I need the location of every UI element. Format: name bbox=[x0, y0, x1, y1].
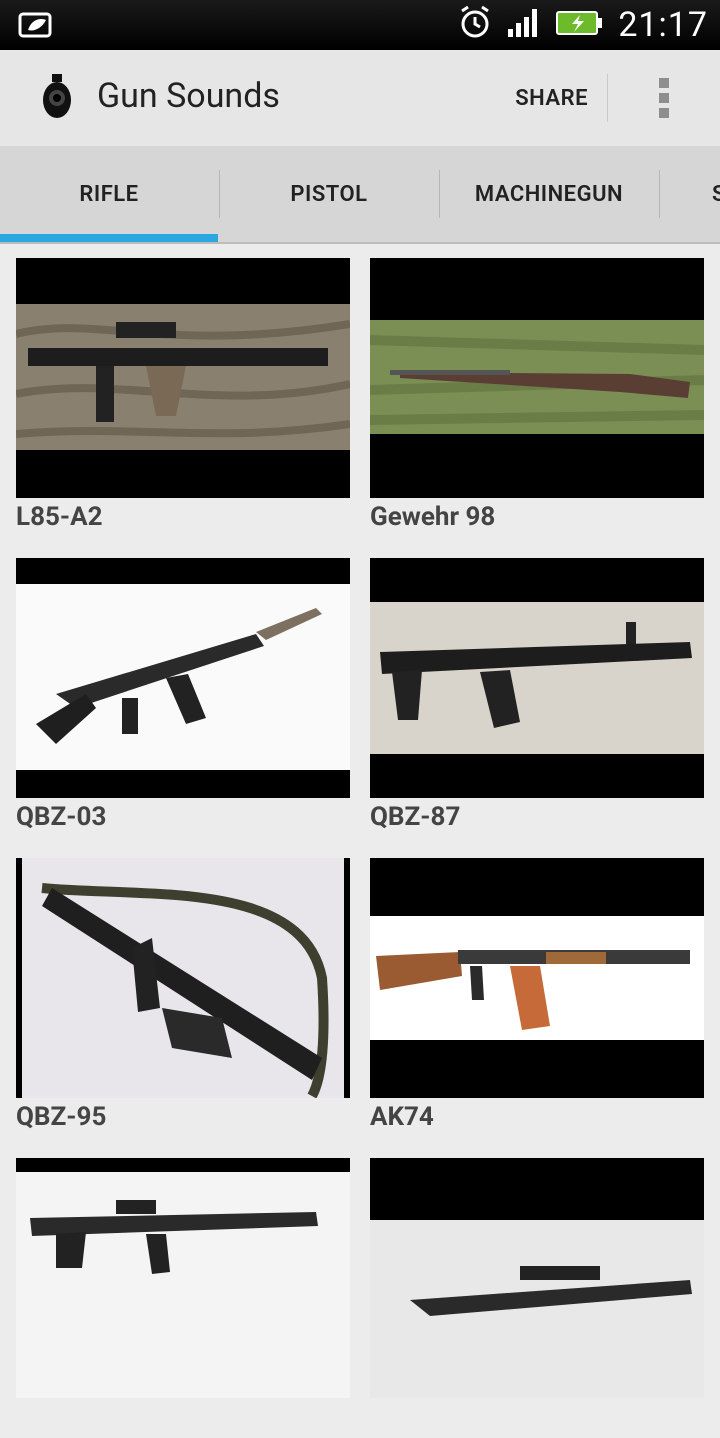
tab-label: RIFLE bbox=[79, 181, 139, 207]
tab-machinegun[interactable]: MACHINEGUN bbox=[440, 146, 658, 242]
grid-item-gewehr-98[interactable]: Gewehr 98 bbox=[370, 258, 704, 538]
action-bar: Gun Sounds SHARE bbox=[0, 50, 720, 147]
tab-label: MACHINEGUN bbox=[474, 181, 624, 207]
tab-indicator bbox=[0, 234, 218, 242]
gun-thumbnail bbox=[16, 1158, 350, 1398]
app-logo-icon bbox=[40, 74, 74, 122]
divider bbox=[607, 74, 608, 122]
gun-name: L85-A2 bbox=[16, 502, 103, 532]
tab-label: PISTOL bbox=[290, 181, 368, 207]
gun-thumbnail bbox=[370, 1158, 704, 1398]
share-button[interactable]: SHARE bbox=[515, 86, 588, 111]
gun-thumbnail bbox=[16, 858, 350, 1098]
tab-pistol[interactable]: PISTOL bbox=[220, 146, 438, 242]
gun-name: QBZ-03 bbox=[16, 802, 107, 832]
tab-bar: RIFLE PISTOL MACHINEGUN S bbox=[0, 146, 720, 244]
gun-name: AK74 bbox=[370, 1102, 434, 1132]
gun-thumbnail bbox=[16, 258, 350, 498]
gun-name: QBZ-95 bbox=[16, 1102, 107, 1132]
leaf-icon bbox=[18, 10, 54, 40]
gun-thumbnail bbox=[16, 558, 350, 798]
battery-charging-icon bbox=[556, 9, 604, 41]
grid-item-ak74[interactable]: AK74 bbox=[370, 858, 704, 1138]
grid-item-sniper[interactable] bbox=[370, 1158, 704, 1438]
grid-item-qbz-87[interactable]: QBZ-87 bbox=[370, 558, 704, 838]
gun-name: QBZ-87 bbox=[370, 802, 461, 832]
gun-thumbnail bbox=[370, 858, 704, 1098]
overflow-menu-icon[interactable] bbox=[652, 78, 676, 118]
grid-item-l85a2[interactable]: L85-A2 bbox=[16, 258, 350, 538]
gun-thumbnail bbox=[370, 558, 704, 798]
gun-name: Gewehr 98 bbox=[370, 502, 496, 532]
status-bar: 21:17 bbox=[0, 0, 720, 50]
grid-item-qbz-03[interactable]: QBZ-03 bbox=[16, 558, 350, 838]
gun-thumbnail bbox=[370, 258, 704, 498]
tab-s[interactable]: S bbox=[660, 146, 720, 242]
tab-label: S bbox=[712, 182, 720, 207]
clock: 21:17 bbox=[618, 5, 708, 45]
tab-rifle[interactable]: RIFLE bbox=[0, 146, 218, 242]
alarm-icon bbox=[458, 5, 492, 45]
grid-item-m16[interactable] bbox=[16, 1158, 350, 1438]
signal-icon bbox=[506, 7, 542, 43]
app-title: Gun Sounds bbox=[97, 76, 280, 116]
grid-item-qbz-95[interactable]: QBZ-95 bbox=[16, 858, 350, 1138]
